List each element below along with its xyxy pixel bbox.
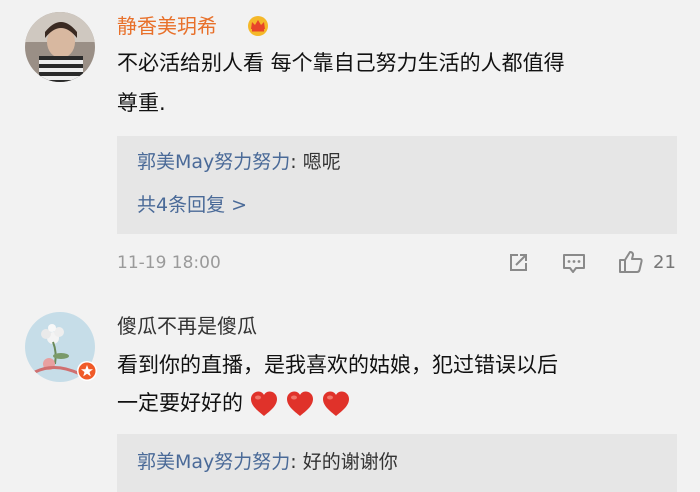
comment-text-line-2-text: 一定要好好的: [117, 391, 243, 415]
share-icon[interactable]: [506, 251, 530, 275]
crown-icon: [248, 16, 268, 36]
comment-text-line-1: 看到你的直播，是我喜欢的姑娘，犯过错误以后: [117, 353, 558, 377]
weibo-badge-icon: [77, 361, 97, 381]
comment-text-line-2: 尊重.: [117, 91, 166, 115]
comment-item: 静香美玥希 不必活给别人看 每个靠自己努力生活的人都值得 尊重. 郭美May努力…: [0, 0, 700, 300]
more-replies-link[interactable]: 共4条回复 >: [137, 193, 247, 217]
heart-icon: [251, 391, 277, 416]
heart-icon: [323, 391, 349, 416]
username[interactable]: 傻瓜不再是傻瓜: [117, 314, 257, 338]
like-icon[interactable]: [617, 249, 645, 275]
heart-icon: [287, 391, 313, 416]
comment-text-line-1: 不必活给别人看 每个靠自己努力生活的人都值得: [117, 51, 565, 75]
reply-box[interactable]: 郭美May努力努力: 好的谢谢你: [117, 434, 677, 492]
avatar[interactable]: [25, 12, 95, 82]
username[interactable]: 静香美玥希: [117, 14, 217, 38]
comment-item: 傻瓜不再是傻瓜 看到你的直播，是我喜欢的姑娘，犯过错误以后 一定要好好的 郭美M…: [0, 300, 700, 492]
comment-time: 11-19 18:00: [117, 253, 221, 273]
reply-line[interactable]: 郭美May努力努力: 好的谢谢你: [137, 450, 398, 474]
reply-author[interactable]: 郭美May努力努力: [137, 451, 290, 473]
reply-author[interactable]: 郭美May努力努力: [137, 151, 290, 173]
reply-box[interactable]: 郭美May努力努力: 嗯呢 共4条回复 >: [117, 136, 677, 234]
comment-text-line-2: 一定要好好的: [117, 385, 351, 421]
reply-text: 嗯呢: [296, 151, 341, 173]
reply-line[interactable]: 郭美May努力努力: 嗯呢: [137, 150, 341, 174]
like-count: 21: [653, 252, 676, 273]
reply-text: 好的谢谢你: [296, 451, 398, 473]
comment-icon[interactable]: [561, 251, 587, 275]
